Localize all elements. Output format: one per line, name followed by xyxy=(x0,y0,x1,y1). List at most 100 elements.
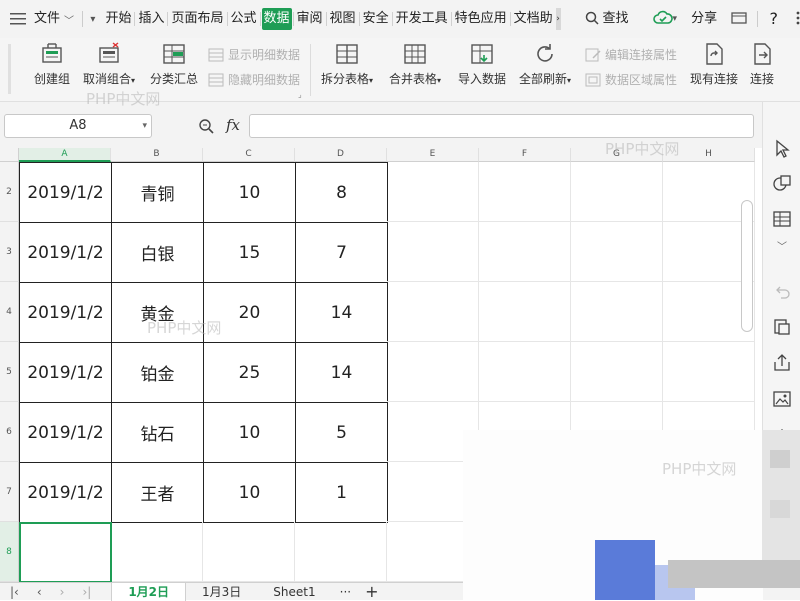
table-cell[interactable]: 2019/1/2 xyxy=(19,282,112,343)
table-cell[interactable] xyxy=(295,522,387,582)
search-icon[interactable] xyxy=(585,11,599,28)
name-box[interactable]: A8 ▾ xyxy=(4,114,152,138)
table-cell[interactable] xyxy=(479,162,571,222)
data-range-props-button[interactable]: 数据区域属性 xyxy=(585,71,677,88)
subtotal-button[interactable]: 分类汇总 xyxy=(148,42,200,87)
show-detail-button[interactable]: 显示明细数据 xyxy=(208,46,300,63)
hamburger-menu-icon[interactable] xyxy=(10,13,26,25)
table-cell[interactable]: 2019/1/2 xyxy=(19,342,112,403)
selected-cell[interactable] xyxy=(19,522,112,582)
menu-tab[interactable]: 开始 xyxy=(103,8,133,30)
hide-detail-button[interactable]: 隐藏明细数据 xyxy=(208,71,300,88)
help-button[interactable]: ? xyxy=(768,8,781,30)
chevron-down-icon[interactable]: ▾ xyxy=(673,14,678,24)
formula-input[interactable] xyxy=(249,114,754,138)
undo-icon[interactable] xyxy=(771,282,793,304)
vertical-scrollbar[interactable] xyxy=(741,200,753,332)
last-sheet-icon[interactable]: ›| xyxy=(82,585,91,599)
row-header[interactable]: 5 xyxy=(0,342,19,402)
column-header[interactable]: C xyxy=(203,148,295,162)
menu-tab[interactable]: 特色应用 xyxy=(453,8,509,30)
column-header[interactable]: D xyxy=(295,148,387,162)
table-cell[interactable]: 14 xyxy=(295,342,388,403)
share-button[interactable]: 分享 xyxy=(689,8,719,30)
dialog-launcher-icon[interactable]: ⌟ xyxy=(298,90,302,99)
merge-table-button[interactable]: 合并表格▾ xyxy=(386,42,444,87)
chevron-down-icon[interactable]: ﹀ xyxy=(64,12,74,27)
table-cell[interactable] xyxy=(479,282,571,342)
file-menu[interactable]: 文件 xyxy=(32,8,62,30)
connect-button[interactable]: 连接 xyxy=(748,42,776,87)
menu-tab[interactable]: 视图 xyxy=(328,8,358,30)
table-cell[interactable] xyxy=(571,282,663,342)
table-cell[interactable] xyxy=(479,222,571,282)
menu-tab[interactable]: 安全 xyxy=(361,8,391,30)
collapse-ribbon-icon[interactable] xyxy=(731,11,747,28)
row-header[interactable]: 2 xyxy=(0,162,19,222)
more-sheets-button[interactable]: ··· xyxy=(340,585,351,599)
table-cell[interactable]: 10 xyxy=(203,402,296,463)
table-cell[interactable]: 2019/1/2 xyxy=(19,222,112,283)
table-cell[interactable]: 15 xyxy=(203,222,296,283)
table-cell[interactable]: 5 xyxy=(295,402,388,463)
table-cell[interactable] xyxy=(479,342,571,402)
table-cell[interactable] xyxy=(571,222,663,282)
row-header[interactable]: 6 xyxy=(0,402,19,462)
menu-tab[interactable]: 数据 xyxy=(262,8,292,30)
copy-format-icon[interactable] xyxy=(771,316,793,338)
row-header[interactable]: 8 xyxy=(0,522,19,582)
table-cell[interactable] xyxy=(203,522,295,582)
edit-connection-props-button[interactable]: 编辑连接属性 xyxy=(585,46,677,63)
menu-tab[interactable]: 文档助 xyxy=(512,8,555,30)
create-group-button[interactable]: 创建组 xyxy=(32,42,72,87)
select-all-corner[interactable] xyxy=(0,148,19,162)
image-icon[interactable] xyxy=(771,388,793,410)
add-sheet-button[interactable]: + xyxy=(365,582,378,601)
search-label[interactable]: 查找 xyxy=(601,8,631,30)
table-cell[interactable]: 白银 xyxy=(111,222,204,283)
menu-tab[interactable]: 插入 xyxy=(136,8,166,30)
menu-tab[interactable]: 审阅 xyxy=(295,8,325,30)
cursor-select-icon[interactable] xyxy=(771,138,793,160)
menu-tab[interactable]: 开发工具 xyxy=(394,8,450,30)
refresh-all-button[interactable]: 全部刷新▾ xyxy=(516,42,574,87)
table-icon[interactable] xyxy=(771,208,793,230)
table-cell[interactable] xyxy=(111,522,203,582)
existing-connections-button[interactable]: 现有连接 xyxy=(688,42,740,87)
table-cell[interactable]: 10 xyxy=(203,462,296,523)
column-header[interactable]: F xyxy=(479,148,571,162)
table-cell[interactable] xyxy=(387,282,479,342)
zoom-search-icon[interactable] xyxy=(198,118,214,137)
row-header[interactable]: 4 xyxy=(0,282,19,342)
column-header[interactable]: B xyxy=(111,148,203,162)
first-sheet-icon[interactable]: |‹ xyxy=(10,585,19,599)
table-cell[interactable]: 王者 xyxy=(111,462,204,523)
import-data-button[interactable]: 导入数据 xyxy=(456,42,508,87)
table-cell[interactable]: 10 xyxy=(203,162,296,223)
chevron-down-icon[interactable]: ﹀ xyxy=(771,238,793,260)
more-options-icon[interactable] xyxy=(796,11,800,28)
table-cell[interactable] xyxy=(571,162,663,222)
sheet-tab[interactable]: Sheet1 xyxy=(257,583,331,601)
table-cell[interactable]: 2019/1/2 xyxy=(19,462,112,523)
table-cell[interactable] xyxy=(387,162,479,222)
column-header[interactable]: E xyxy=(387,148,479,162)
prev-sheet-icon[interactable]: ‹ xyxy=(37,585,42,599)
row-header[interactable]: 3 xyxy=(0,222,19,282)
share-export-icon[interactable] xyxy=(771,352,793,374)
table-cell[interactable]: 青铜 xyxy=(111,162,204,223)
split-table-button[interactable]: 拆分表格▾ xyxy=(318,42,376,87)
table-cell[interactable]: 2019/1/2 xyxy=(19,162,112,223)
chevron-down-icon[interactable]: ▾ xyxy=(142,115,147,137)
table-cell[interactable]: 14 xyxy=(295,282,388,343)
table-cell[interactable]: 25 xyxy=(203,342,296,403)
column-header[interactable]: A xyxy=(19,148,111,162)
table-cell[interactable]: 7 xyxy=(295,222,388,283)
table-cell[interactable]: 2019/1/2 xyxy=(19,402,112,463)
table-cell[interactable]: 1 xyxy=(295,462,388,523)
table-cell[interactable] xyxy=(387,222,479,282)
fx-button[interactable]: fx xyxy=(226,116,240,134)
table-cell[interactable] xyxy=(387,342,479,402)
cloud-sync-icon[interactable] xyxy=(653,10,673,29)
sheet-tab[interactable]: 1月2日 xyxy=(111,583,186,601)
